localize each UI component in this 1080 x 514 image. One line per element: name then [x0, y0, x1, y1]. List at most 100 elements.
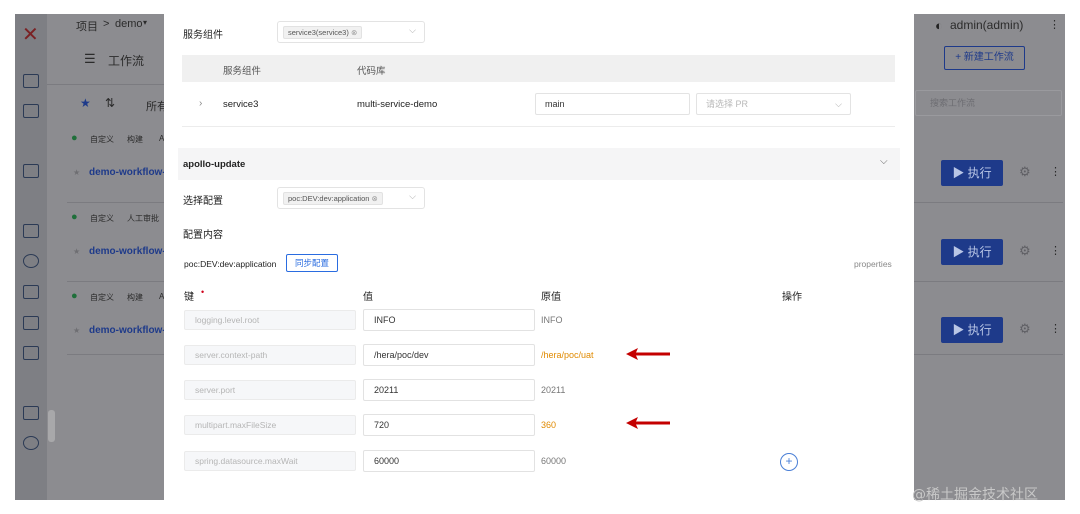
original-value-changed: /hera/poc/uat: [541, 350, 594, 360]
workflow-tag: 构建: [127, 135, 143, 144]
col-header-key: 键: [184, 292, 194, 303]
config-value-input[interactable]: 60000: [363, 450, 535, 472]
col-header-original: 原值: [541, 292, 561, 303]
original-value: INFO: [541, 315, 563, 325]
service-name: service3: [223, 99, 259, 110]
service-tag-label: service3(service3): [288, 28, 349, 37]
more-icon[interactable]: ⋮: [1049, 18, 1060, 31]
status-ok-icon: ●: [71, 211, 78, 223]
breadcrumb-demo[interactable]: demo: [115, 18, 143, 30]
sort-icon[interactable]: ⇅: [105, 96, 115, 110]
chevron-down-icon: ⌵: [409, 191, 416, 201]
run-workflow-dialog: 服务组件 service3(service3) ⊗ ⌵ 服务组件 代码库 › s…: [164, 14, 914, 500]
workflow-tag: 自定义: [90, 214, 114, 223]
config-value-input[interactable]: INFO: [363, 309, 535, 331]
nav-box-icon[interactable]: [23, 346, 39, 360]
select-config-label: 选择配置: [183, 196, 223, 207]
original-value-changed: 360: [541, 420, 557, 430]
tag-close-icon[interactable]: ⊗: [351, 28, 357, 37]
breadcrumb-project[interactable]: 项目: [76, 18, 98, 34]
nav-edit-icon[interactable]: [23, 164, 39, 178]
add-row-icon[interactable]: +: [780, 453, 798, 471]
workflow-name-link[interactable]: demo-workflow-d: [89, 167, 172, 178]
apollo-section-header[interactable]: apollo-update ⌵: [178, 148, 900, 180]
star-outline-icon[interactable]: ★: [73, 247, 80, 256]
service-tag[interactable]: service3(service3) ⊗: [283, 26, 363, 39]
star-outline-icon[interactable]: ★: [73, 326, 80, 335]
workflow-tag: 构建: [127, 293, 143, 302]
nav-pulse-icon[interactable]: [23, 74, 39, 88]
settings-icon[interactable]: ⚙: [1019, 321, 1031, 337]
breadcrumb-separator: >: [103, 18, 110, 30]
more-icon[interactable]: ⋮: [1050, 244, 1061, 257]
config-value-input[interactable]: 20211: [363, 379, 535, 401]
new-workflow-button[interactable]: + 新建工作流: [944, 46, 1025, 70]
tab-workflow[interactable]: 工作流: [108, 52, 144, 69]
user-avatar-icon[interactable]: ◐: [935, 18, 943, 33]
config-tag-label: poc:DEV:dev:application: [288, 194, 370, 203]
status-ok-icon: ●: [71, 132, 78, 144]
service-table-header: 服务组件 代码库: [182, 55, 895, 82]
more-icon[interactable]: ⋮: [1050, 322, 1061, 335]
nav-list-icon[interactable]: [23, 224, 39, 238]
config-tag[interactable]: poc:DEV:dev:application ⊗: [283, 192, 383, 205]
chevron-down-icon: ⌵: [835, 99, 842, 109]
config-key-input[interactable]: server.port: [184, 380, 356, 400]
collapse-chevron-icon[interactable]: ⌵: [880, 156, 888, 167]
original-value: 60000: [541, 456, 567, 466]
service-component-label: 服务组件: [183, 30, 223, 41]
tab-divider: [47, 84, 164, 85]
workflow-name-link[interactable]: demo-workflow-p: [89, 246, 172, 257]
run-label: 执行: [967, 323, 992, 337]
format-label: properties: [854, 259, 892, 269]
tag-close-icon[interactable]: ⊗: [372, 194, 378, 203]
workflow-tag: 人工审批: [127, 214, 159, 223]
status-ok-icon: ●: [71, 290, 78, 302]
search-input[interactable]: 搜索工作流: [915, 90, 1062, 116]
logo-icon: ✕: [22, 22, 39, 46]
expand-row-icon[interactable]: ›: [199, 98, 202, 109]
config-name: poc:DEV:dev:application: [184, 259, 277, 269]
user-name[interactable]: admin(admin): [950, 18, 1023, 32]
run-button[interactable]: ▶ 执行: [941, 317, 1003, 343]
config-content-label: 配置内容: [183, 230, 223, 241]
play-icon: ▶: [952, 245, 968, 259]
workflow-icon: ☰: [84, 51, 96, 66]
nav-cube-icon[interactable]: [23, 285, 39, 299]
repo-name: multi-service-demo: [357, 99, 438, 110]
nav-monitor-icon[interactable]: [23, 406, 39, 420]
required-mark: •: [201, 287, 205, 297]
app-window: ✕ 项目 > demo ▾ ☰ 工作流 ★ ⇅ 所有 ◐ admin(admin…: [15, 14, 1065, 500]
settings-icon[interactable]: ⚙: [1019, 164, 1031, 180]
config-key-input[interactable]: multipart.maxFileSize: [184, 415, 356, 435]
nav-chart-icon[interactable]: [23, 436, 39, 450]
pr-select[interactable]: 请选择 PR ⌵: [696, 93, 851, 115]
config-value-input[interactable]: 720: [363, 414, 535, 436]
star-outline-icon[interactable]: ★: [73, 168, 80, 177]
nav-flask-icon[interactable]: [23, 254, 39, 268]
config-key-input[interactable]: logging.level.root: [184, 310, 356, 330]
chevron-down-icon: ⌵: [409, 25, 416, 35]
config-value-input[interactable]: /hera/poc/dev: [363, 344, 535, 366]
nav-layers-icon[interactable]: [23, 104, 39, 118]
run-button[interactable]: ▶ 执行: [941, 239, 1003, 265]
col-header-repo: 代码库: [357, 66, 386, 77]
nav-tree-icon[interactable]: [23, 316, 39, 330]
service-component-select[interactable]: service3(service3) ⊗ ⌵: [277, 21, 425, 43]
settings-icon[interactable]: ⚙: [1019, 243, 1031, 259]
watermark: @稀土掘金技术社区: [912, 487, 1038, 503]
left-nav-rail: ✕: [15, 14, 47, 500]
col-header-component: 服务组件: [223, 66, 262, 77]
config-select[interactable]: poc:DEV:dev:application ⊗ ⌵: [277, 187, 425, 209]
config-key-input[interactable]: spring.datasource.maxWait: [184, 451, 356, 471]
branch-input[interactable]: main: [535, 93, 690, 115]
run-button[interactable]: ▶ 执行: [941, 160, 1003, 186]
col-header-value: 值: [363, 292, 373, 303]
caret-down-icon[interactable]: ▾: [143, 18, 147, 27]
star-icon[interactable]: ★: [80, 96, 91, 110]
workflow-name-link[interactable]: demo-workflow-s: [89, 325, 171, 336]
config-key-input[interactable]: server.context-path: [184, 345, 356, 365]
sync-config-button[interactable]: 同步配置: [286, 254, 338, 272]
run-label: 执行: [967, 245, 992, 259]
more-icon[interactable]: ⋮: [1050, 165, 1061, 178]
